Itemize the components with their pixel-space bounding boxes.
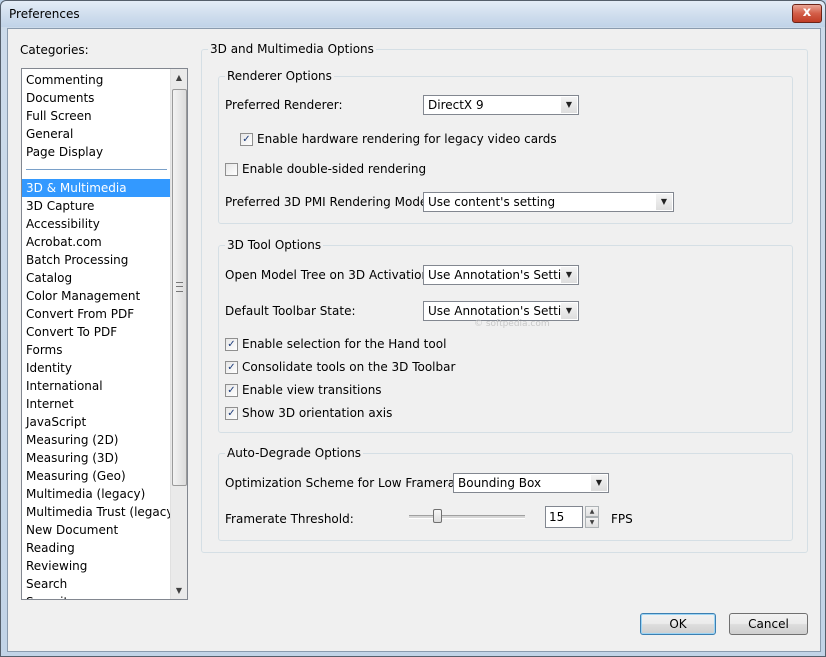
- category-item[interactable]: Convert To PDF: [22, 323, 171, 341]
- categories-scrollbar[interactable]: ▲ ▼: [170, 69, 187, 599]
- checkbox-icon: ✓: [225, 407, 238, 420]
- categories-items: Commenting Documents Full Screen General Pag…: [22, 69, 178, 599]
- checkbox-icon: ✓: [225, 361, 238, 374]
- hw-rendering-label: Enable hardware rendering for legacy vid…: [257, 132, 557, 146]
- checkbox-icon: [225, 163, 238, 176]
- preferred-renderer-label: Preferred Renderer:: [225, 98, 343, 112]
- model-tree-label: Open Model Tree on 3D Activation:: [225, 268, 434, 282]
- 3d-multimedia-panel: 3D and Multimedia Options Renderer Optio…: [201, 42, 808, 553]
- framerate-spinner[interactable]: ▲ ▼: [585, 506, 599, 528]
- orientation-axis-label: Show 3D orientation axis: [242, 406, 393, 420]
- category-item[interactable]: Multimedia (legacy): [22, 485, 171, 503]
- hand-tool-selection-label: Enable selection for the Hand tool: [242, 337, 447, 351]
- category-item[interactable]: Measuring (Geo): [22, 467, 171, 485]
- scroll-down-icon[interactable]: ▼: [171, 582, 187, 599]
- chevron-down-icon: ▼: [561, 97, 577, 113]
- double-sided-label: Enable double-sided rendering: [242, 162, 427, 176]
- scroll-up-icon[interactable]: ▲: [171, 69, 187, 86]
- categories-label: Categories:: [20, 43, 89, 57]
- category-item[interactable]: Reading: [22, 539, 171, 557]
- category-item[interactable]: Accessibility: [22, 215, 171, 233]
- pmi-mode-select[interactable]: Use content's setting ▼: [423, 192, 674, 212]
- grip-icon: [176, 282, 183, 292]
- category-item[interactable]: 3D Capture: [22, 197, 171, 215]
- category-item[interactable]: Documents: [22, 89, 171, 107]
- window-title: Preferences: [9, 7, 80, 21]
- category-item[interactable]: Search: [22, 575, 171, 593]
- category-item[interactable]: International: [22, 377, 171, 395]
- pmi-mode-value: Use content's setting: [428, 195, 556, 209]
- category-item[interactable]: Convert From PDF: [22, 305, 171, 323]
- category-separator: [26, 169, 167, 170]
- category-item[interactable]: Measuring (3D): [22, 449, 171, 467]
- preferred-renderer-value: DirectX 9: [428, 98, 484, 112]
- category-item[interactable]: Forms: [22, 341, 171, 359]
- title-bar[interactable]: Preferences x: [1, 1, 825, 27]
- category-item[interactable]: Commenting: [22, 71, 171, 89]
- preferences-window: Preferences x Categories: Commenting Docu…: [0, 0, 826, 657]
- category-item[interactable]: General: [22, 125, 171, 143]
- model-tree-value: Use Annotation's Setting: [428, 268, 577, 282]
- consolidate-tools-label: Consolidate tools on the 3D Toolbar: [242, 360, 456, 374]
- category-item[interactable]: Security: [22, 593, 171, 599]
- dialog-body: Categories: Commenting Documents Full Scre…: [7, 28, 821, 652]
- category-item[interactable]: Identity: [22, 359, 171, 377]
- view-transitions-label: Enable view transitions: [242, 383, 382, 397]
- category-item[interactable]: Page Display: [22, 143, 171, 161]
- category-item[interactable]: Full Screen: [22, 107, 171, 125]
- chevron-down-icon: ▼: [561, 267, 577, 283]
- model-tree-select[interactable]: Use Annotation's Setting ▼: [423, 265, 579, 285]
- renderer-options-group: Renderer Options Preferred Renderer: Dir…: [218, 69, 793, 224]
- fps-unit-label: FPS: [611, 512, 633, 526]
- checkbox-icon: ✓: [225, 384, 238, 397]
- toolbar-state-label: Default Toolbar State:: [225, 304, 356, 318]
- preferred-renderer-select[interactable]: DirectX 9 ▼: [423, 95, 579, 115]
- optimization-scheme-value: Bounding Box: [458, 476, 542, 490]
- chevron-down-icon: ▼: [561, 303, 577, 319]
- category-item[interactable]: Measuring (2D): [22, 431, 171, 449]
- category-item[interactable]: Batch Processing: [22, 251, 171, 269]
- toolbar-state-value: Use Annotation's Setting: [428, 304, 577, 318]
- optimization-scheme-select[interactable]: Bounding Box ▼: [453, 473, 609, 493]
- category-item[interactable]: Internet: [22, 395, 171, 413]
- category-item[interactable]: 3D & Multimedia: [22, 179, 171, 197]
- pmi-mode-label: Preferred 3D PMI Rendering Mode:: [225, 195, 432, 209]
- scroll-thumb[interactable]: [172, 89, 187, 486]
- category-item[interactable]: Reviewing: [22, 557, 171, 575]
- framerate-threshold-value: 15: [549, 510, 565, 524]
- cancel-button[interactable]: Cancel: [729, 613, 808, 635]
- checkbox-icon: ✓: [240, 133, 253, 146]
- chevron-down-icon: ▼: [656, 194, 672, 210]
- panel-title: 3D and Multimedia Options: [208, 42, 376, 56]
- renderer-options-title: Renderer Options: [225, 69, 334, 83]
- category-item[interactable]: JavaScript: [22, 413, 171, 431]
- category-item[interactable]: Multimedia Trust (legacy): [22, 503, 178, 521]
- chevron-down-icon: ▼: [591, 475, 607, 491]
- category-item[interactable]: Color Management: [22, 287, 171, 305]
- category-item[interactable]: Catalog: [22, 269, 171, 287]
- spin-down-icon[interactable]: ▼: [585, 517, 599, 528]
- toolbar-state-select[interactable]: Use Annotation's Setting ▼: [423, 301, 579, 321]
- framerate-slider-track[interactable]: [409, 515, 525, 519]
- framerate-slider-thumb[interactable]: [432, 509, 442, 523]
- 3d-tool-options-group: 3D Tool Options Open Model Tree on 3D Ac…: [218, 238, 793, 433]
- 3d-tool-options-title: 3D Tool Options: [225, 238, 324, 252]
- categories-list[interactable]: Commenting Documents Full Screen General Pag…: [21, 68, 188, 600]
- watermark: © softpedia.com: [474, 319, 550, 329]
- auto-degrade-options-group: Auto-Degrade Options Optimization Scheme…: [218, 446, 793, 541]
- auto-degrade-options-title: Auto-Degrade Options: [225, 446, 364, 460]
- framerate-threshold-label: Framerate Threshold:: [225, 512, 354, 526]
- framerate-threshold-input[interactable]: 15: [545, 506, 583, 528]
- close-button[interactable]: x: [792, 4, 822, 23]
- optimization-scheme-label: Optimization Scheme for Low Framerate:: [225, 476, 472, 490]
- ok-button[interactable]: OK: [640, 613, 716, 635]
- category-item[interactable]: New Document: [22, 521, 171, 539]
- category-item[interactable]: Acrobat.com: [22, 233, 171, 251]
- checkbox-icon: ✓: [225, 338, 238, 351]
- spin-up-icon[interactable]: ▲: [585, 506, 599, 517]
